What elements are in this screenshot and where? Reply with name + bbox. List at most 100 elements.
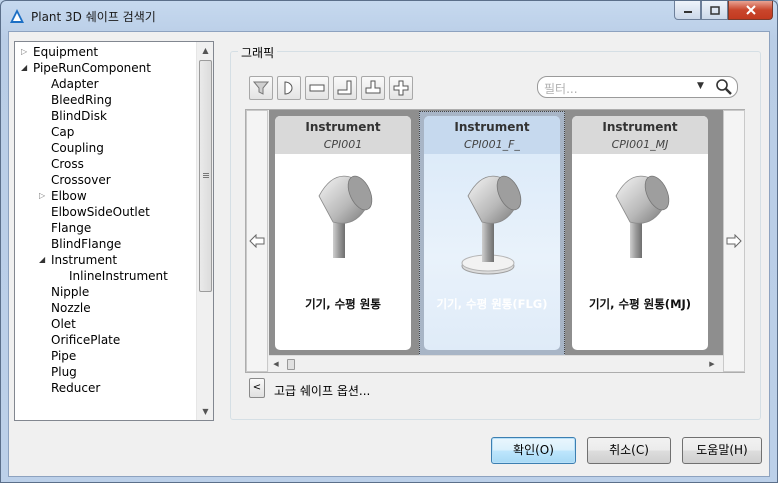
tree-item[interactable]: Pipe	[15, 348, 195, 364]
tree-item-label: Olet	[51, 317, 76, 331]
tree-item-label: InlineInstrument	[69, 269, 168, 283]
tree-item[interactable]: ▷ Equipment	[15, 44, 195, 60]
tree-item-label: Coupling	[51, 141, 104, 155]
shape-card[interactable]: Instrument CPI001 기기, 수평 원통	[275, 116, 411, 350]
advanced-options-label[interactable]: 고급 쉐이프 옵션...	[274, 382, 370, 399]
category-tree[interactable]: ▷ Equipment ◢ PipeRunComponent Adapter BleedR…	[14, 41, 214, 421]
tree-expanded-icon[interactable]: ◢	[21, 60, 31, 76]
card-description: 기기, 수평 원통(FLG)	[436, 297, 548, 311]
card-category: Instrument	[454, 120, 530, 134]
tree-item-label: BlindDisk	[51, 109, 107, 123]
tree-item[interactable]: Cross	[15, 156, 195, 172]
instrument-shape-icon	[318, 175, 373, 258]
tree-item-label: ElbowSideOutlet	[51, 205, 150, 219]
shape-card[interactable]: Instrument CPI001_F_ 기기, 수평 원통(FLG)	[424, 116, 560, 350]
gallery-cards-area: Instrument CPI001 기기, 수평 원통 Instrument CPI00…	[269, 110, 723, 372]
tree-item-label: Cross	[51, 157, 84, 171]
filter-combobox[interactable]: 필터... ▼	[537, 76, 738, 98]
scroll-thumb[interactable]	[199, 60, 212, 292]
tree-item-label: BlindFlange	[51, 237, 122, 251]
tree-item[interactable]: Cap	[15, 124, 195, 140]
filter-toggle-button[interactable]	[249, 76, 273, 100]
half-round-button[interactable]	[277, 76, 301, 100]
tree-collapsed-icon[interactable]: ▷	[21, 44, 31, 60]
tree-item-label: Equipment	[33, 45, 99, 59]
tree-item[interactable]: Reducer	[15, 380, 195, 396]
card-category: Instrument	[305, 120, 381, 134]
tree-item-label: Nipple	[51, 285, 90, 299]
title-bar[interactable]: Plant 3D 쉐이프 검색기	[1, 1, 777, 31]
window-title: Plant 3D 쉐이프 검색기	[31, 10, 156, 24]
maximize-icon	[709, 5, 720, 15]
ok-button[interactable]: 확인(O)	[491, 437, 576, 464]
scroll-right-icon[interactable]: ▶	[705, 356, 719, 372]
scroll-down-icon[interactable]: ▼	[197, 403, 213, 420]
tree-item[interactable]: ElbowSideOutlet	[15, 204, 195, 220]
gallery-next-button[interactable]	[723, 110, 745, 372]
tree-item[interactable]: BlindFlange	[15, 236, 195, 252]
tree-collapsed-icon[interactable]: ▷	[39, 188, 49, 204]
scroll-up-icon[interactable]: ▲	[197, 42, 213, 59]
card-category: Instrument	[602, 120, 678, 134]
instrument-shape-icon	[461, 175, 522, 275]
tree-item-label: Nozzle	[51, 301, 91, 315]
tree-item[interactable]: Nipple	[15, 284, 195, 300]
tree-item-label: OrificePlate	[51, 333, 121, 347]
scroll-left-icon[interactable]: ◀	[269, 356, 283, 372]
card-header: Instrument CPI001_MJ	[572, 116, 708, 154]
close-button[interactable]	[728, 1, 773, 20]
tree-item[interactable]: Nozzle	[15, 300, 195, 316]
tree-item-label: Plug	[51, 365, 77, 379]
tree-item-label: Reducer	[51, 381, 101, 395]
line-icon	[309, 84, 325, 92]
tee-icon	[365, 80, 381, 94]
tree-item-label: Adapter	[51, 77, 99, 91]
filter-placeholder: 필터...	[544, 82, 578, 96]
maximize-button[interactable]	[701, 1, 728, 20]
search-icon[interactable]	[714, 78, 734, 96]
tree-item[interactable]: Plug	[15, 364, 195, 380]
gallery-horizontal-scrollbar[interactable]: ◀ ▶	[269, 355, 723, 372]
minimize-button[interactable]	[674, 1, 701, 20]
instrument-shape-icon	[615, 175, 670, 258]
tree-item[interactable]: OrificePlate	[15, 332, 195, 348]
chevron-down-icon[interactable]: ▼	[697, 81, 704, 91]
tree-item[interactable]: ▷ Elbow	[15, 188, 195, 204]
cancel-button[interactable]: 취소(C)	[587, 437, 671, 464]
gallery-prev-button[interactable]	[246, 110, 268, 372]
help-button[interactable]: 도움말(H)	[682, 437, 762, 464]
cross-button[interactable]	[389, 76, 413, 100]
tree-vertical-scrollbar[interactable]: ▲ ▼	[196, 42, 213, 420]
tree-item-label: Elbow	[51, 189, 87, 203]
cross-icon	[393, 80, 409, 96]
shape-card[interactable]: Instrument CPI001_MJ 기기, 수평 원통(MJ)	[572, 116, 708, 350]
tee-button[interactable]	[361, 76, 385, 100]
tree-item[interactable]: Flange	[15, 220, 195, 236]
arrow-left-icon	[249, 234, 265, 248]
advanced-options-toggle[interactable]: <	[249, 378, 265, 398]
card-code: CPI001_F_	[464, 138, 520, 151]
card-header: Instrument CPI001	[275, 116, 411, 154]
window-controls	[674, 1, 773, 21]
tree-item[interactable]: Crossover	[15, 172, 195, 188]
tree-item[interactable]: BleedRing	[15, 92, 195, 108]
tree-item[interactable]: InlineInstrument	[15, 268, 195, 284]
line-button[interactable]	[305, 76, 329, 100]
tree-item[interactable]: BlindDisk	[15, 108, 195, 124]
tree-item-label: Instrument	[51, 253, 118, 267]
plant3d-app-icon	[10, 9, 24, 23]
tree-item[interactable]: Adapter	[15, 76, 195, 92]
elbow-icon	[337, 80, 352, 95]
elbow-button[interactable]	[333, 76, 357, 100]
tree-item[interactable]: ◢ Instrument	[15, 252, 195, 268]
tree-item[interactable]: Olet	[15, 316, 195, 332]
tree-item[interactable]: Coupling	[15, 140, 195, 156]
graphics-group-title: 그래픽	[238, 44, 278, 61]
tree-item[interactable]: ◢ PipeRunComponent	[15, 60, 195, 76]
card-code: CPI001_MJ	[611, 138, 669, 151]
card-description: 기기, 수평 원통(MJ)	[588, 297, 692, 311]
arrow-right-icon	[726, 234, 742, 248]
horizontal-scroll-thumb[interactable]	[287, 359, 295, 370]
filter-icon	[253, 81, 269, 95]
tree-expanded-icon[interactable]: ◢	[39, 252, 49, 268]
